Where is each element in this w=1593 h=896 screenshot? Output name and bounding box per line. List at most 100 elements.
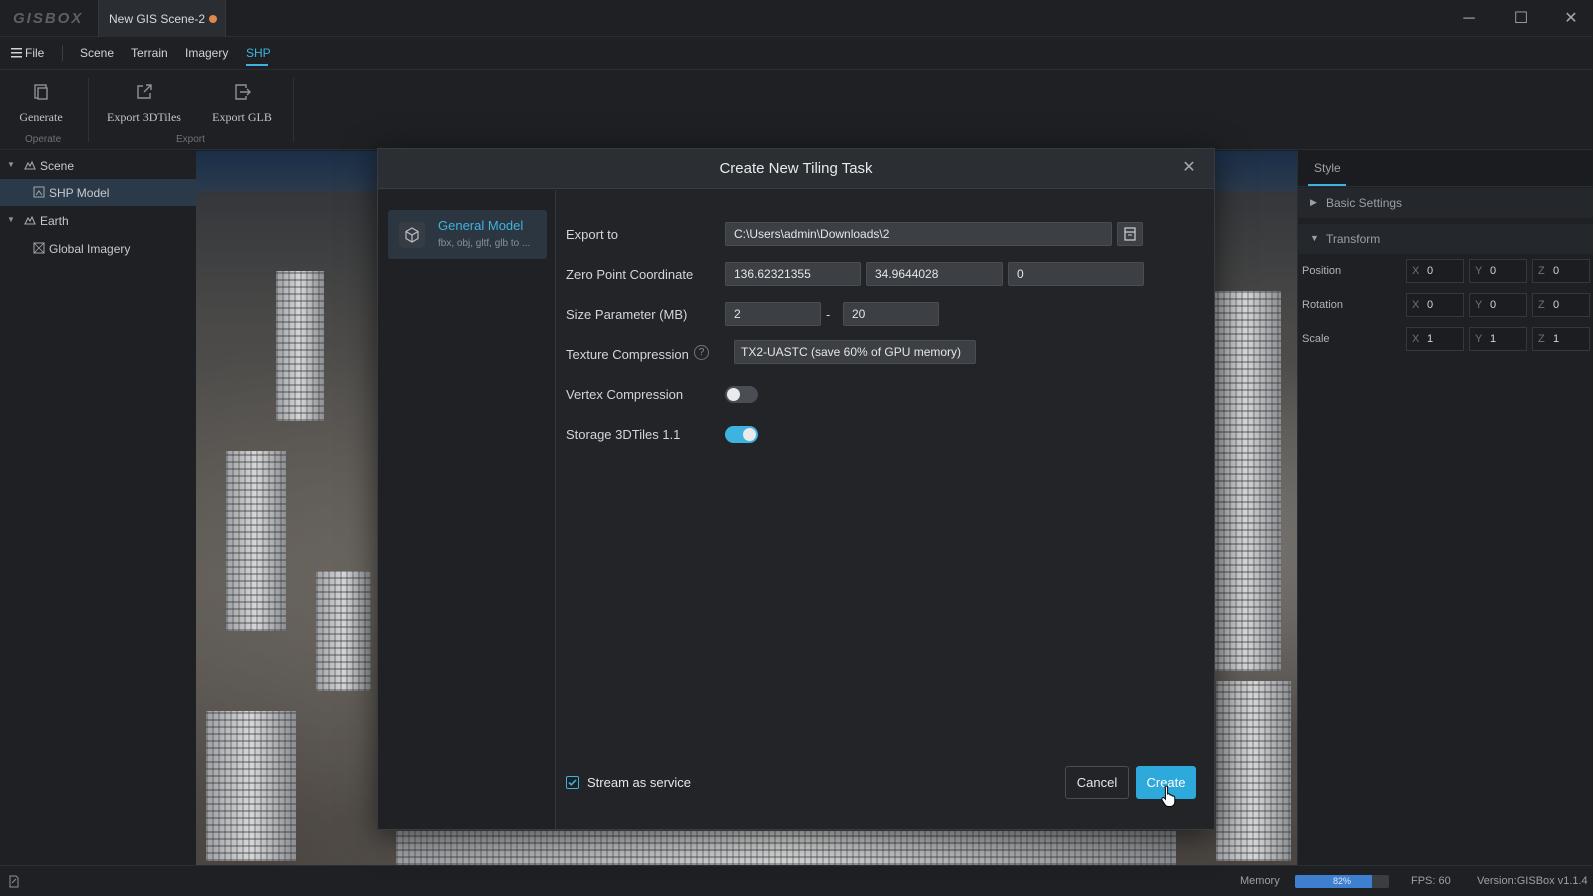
panel-tab-bar: Style (1298, 151, 1593, 187)
scale-x-input[interactable]: X1 (1406, 327, 1464, 351)
fps-readout: FPS: 60 (1411, 875, 1451, 887)
tree-item-label: SHP Model (49, 186, 110, 200)
menu-shp[interactable]: SHP (246, 46, 271, 60)
expand-caret-icon[interactable]: ▼ (7, 160, 15, 169)
model-icon (33, 186, 45, 198)
tree-item-scene[interactable]: ▼ Scene (0, 152, 196, 179)
export-glb-label: Export GLB (212, 110, 272, 124)
section-label: Transform (1326, 232, 1381, 246)
axis-value: 1 (1427, 333, 1434, 345)
menu-divider (62, 45, 63, 61)
zero-point-label: Zero Point Coordinate (566, 267, 694, 282)
generate-button[interactable]: Generate (18, 82, 64, 125)
row-label: Scale (1302, 333, 1330, 345)
minimize-button[interactable]: ─ (1458, 8, 1480, 30)
tree-item-label: Earth (40, 214, 69, 228)
building-image (226, 451, 286, 631)
storage-3dtiles-label: Storage 3DTiles 1.1 (566, 427, 681, 442)
building-image (396, 831, 1176, 865)
create-tiling-task-dialog: Create New Tiling Task ✕ General Model f… (377, 148, 1215, 830)
active-menu-indicator (246, 64, 268, 66)
menu-bar: File Scene Terrain Imagery SHP (0, 37, 1593, 70)
axis-label: Y (1475, 299, 1483, 311)
position-x-input[interactable]: X0 (1406, 259, 1464, 283)
stream-as-service-label: Stream as service (587, 775, 692, 790)
export-path-input[interactable]: C:\Users\admin\Downloads\2 (725, 222, 1112, 246)
menu-terrain[interactable]: Terrain (131, 46, 168, 60)
rotation-y-input[interactable]: Y0 (1469, 293, 1527, 317)
rotation-z-input[interactable]: Z0 (1532, 293, 1590, 317)
scale-y-input[interactable]: Y1 (1469, 327, 1527, 351)
scale-z-input[interactable]: Z1 (1532, 327, 1590, 351)
memory-usage-bar: 82% (1295, 875, 1389, 888)
vertex-compression-toggle[interactable] (725, 386, 758, 403)
rotation-x-input[interactable]: X0 (1406, 293, 1464, 317)
document-tab-label: New GIS Scene-2 (109, 12, 206, 26)
export-3dtiles-button[interactable]: Export 3DTiles (106, 82, 182, 125)
dialog-header: Create New Tiling Task ✕ (378, 149, 1214, 189)
app-window: GISBOX New GIS Scene-2 ─ ☐ ✕ File Scene … (0, 0, 1593, 896)
texture-compression-select[interactable]: TX2-UASTC (save 60% of GPU memory) (734, 340, 976, 364)
position-y-input[interactable]: Y0 (1469, 259, 1527, 283)
menu-file[interactable]: File (11, 46, 44, 60)
toggle-knob (743, 428, 756, 441)
building-image (276, 271, 324, 421)
building-image (1216, 681, 1291, 861)
ribbon-divider (293, 78, 294, 142)
zero-point-x-input[interactable]: 136.62321355 (725, 262, 861, 286)
texture-compression-value: TX2-UASTC (save 60% of GPU memory) (741, 345, 962, 359)
tree-item-earth[interactable]: ▼ Earth (0, 207, 196, 234)
size-parameter-label: Size Parameter (MB) (566, 307, 688, 322)
export-glb-button[interactable]: Export GLB (210, 82, 274, 125)
tab-style[interactable]: Style (1314, 161, 1341, 175)
expanded-caret-icon: ▼ (1310, 233, 1319, 243)
app-logo: GISBOX (13, 10, 84, 27)
close-window-button[interactable]: ✕ (1560, 8, 1582, 30)
size-max-input[interactable]: 20 (843, 302, 939, 326)
tree-item-label: Scene (40, 159, 75, 173)
size-min-input[interactable]: 2 (725, 302, 821, 326)
expand-caret-icon[interactable]: ▼ (7, 215, 15, 224)
axis-label: Z (1538, 265, 1545, 277)
menu-imagery[interactable]: Imagery (185, 46, 228, 60)
browse-folder-button[interactable] (1117, 222, 1143, 246)
cancel-button[interactable]: Cancel (1065, 766, 1129, 799)
maximize-button[interactable]: ☐ (1510, 8, 1532, 30)
generate-icon (34, 84, 48, 100)
axis-label: Z (1538, 299, 1545, 311)
imagery-icon (33, 242, 45, 254)
position-z-input[interactable]: Z0 (1532, 259, 1590, 283)
version-label: Version:GISBox v1.1.4 (1477, 875, 1588, 887)
stream-as-service-checkbox[interactable] (566, 776, 579, 789)
section-basic-settings[interactable]: ▶ Basic Settings (1298, 188, 1593, 218)
row-label: Position (1302, 265, 1342, 277)
model-type-subtitle: fbx, obj, gltf, glb to ... (438, 238, 531, 249)
transform-row-rotation: Rotation X0 Y0 Z0 (1298, 293, 1593, 319)
generate-label: Generate (19, 110, 63, 124)
storage-3dtiles-toggle[interactable] (725, 426, 758, 443)
zero-point-y-input[interactable]: 34.9644028 (866, 262, 1003, 286)
tree-item-global-imagery[interactable]: Global Imagery (0, 235, 196, 262)
dialog-title: Create New Tiling Task (719, 160, 873, 177)
tree-item-label: Global Imagery (49, 242, 131, 256)
building-image (316, 571, 371, 691)
dialog-close-button[interactable]: ✕ (1178, 157, 1200, 179)
zero-point-z-input[interactable]: 0 (1008, 262, 1144, 286)
help-icon[interactable]: ? (694, 345, 709, 360)
collapsed-caret-icon: ▶ (1310, 197, 1317, 207)
axis-value: 0 (1553, 265, 1560, 277)
axis-value: 0 (1553, 299, 1560, 311)
ribbon-toolbar: Generate Export 3DTiles Export GLB Opera… (0, 70, 1593, 150)
menu-scene[interactable]: Scene (80, 46, 114, 60)
axis-value: 1 (1553, 333, 1560, 345)
toggle-knob (727, 388, 740, 401)
building-image (206, 711, 296, 861)
log-icon[interactable] (8, 875, 20, 888)
scene-icon (24, 160, 36, 170)
section-transform[interactable]: ▼ Transform (1298, 224, 1593, 254)
axis-label: Y (1475, 265, 1483, 277)
document-tab[interactable]: New GIS Scene-2 (98, 0, 226, 37)
model-type-general[interactable]: General Model fbx, obj, gltf, glb to ... (388, 210, 547, 259)
tree-item-shp-model[interactable]: SHP Model (0, 179, 196, 206)
earth-icon (24, 215, 36, 225)
